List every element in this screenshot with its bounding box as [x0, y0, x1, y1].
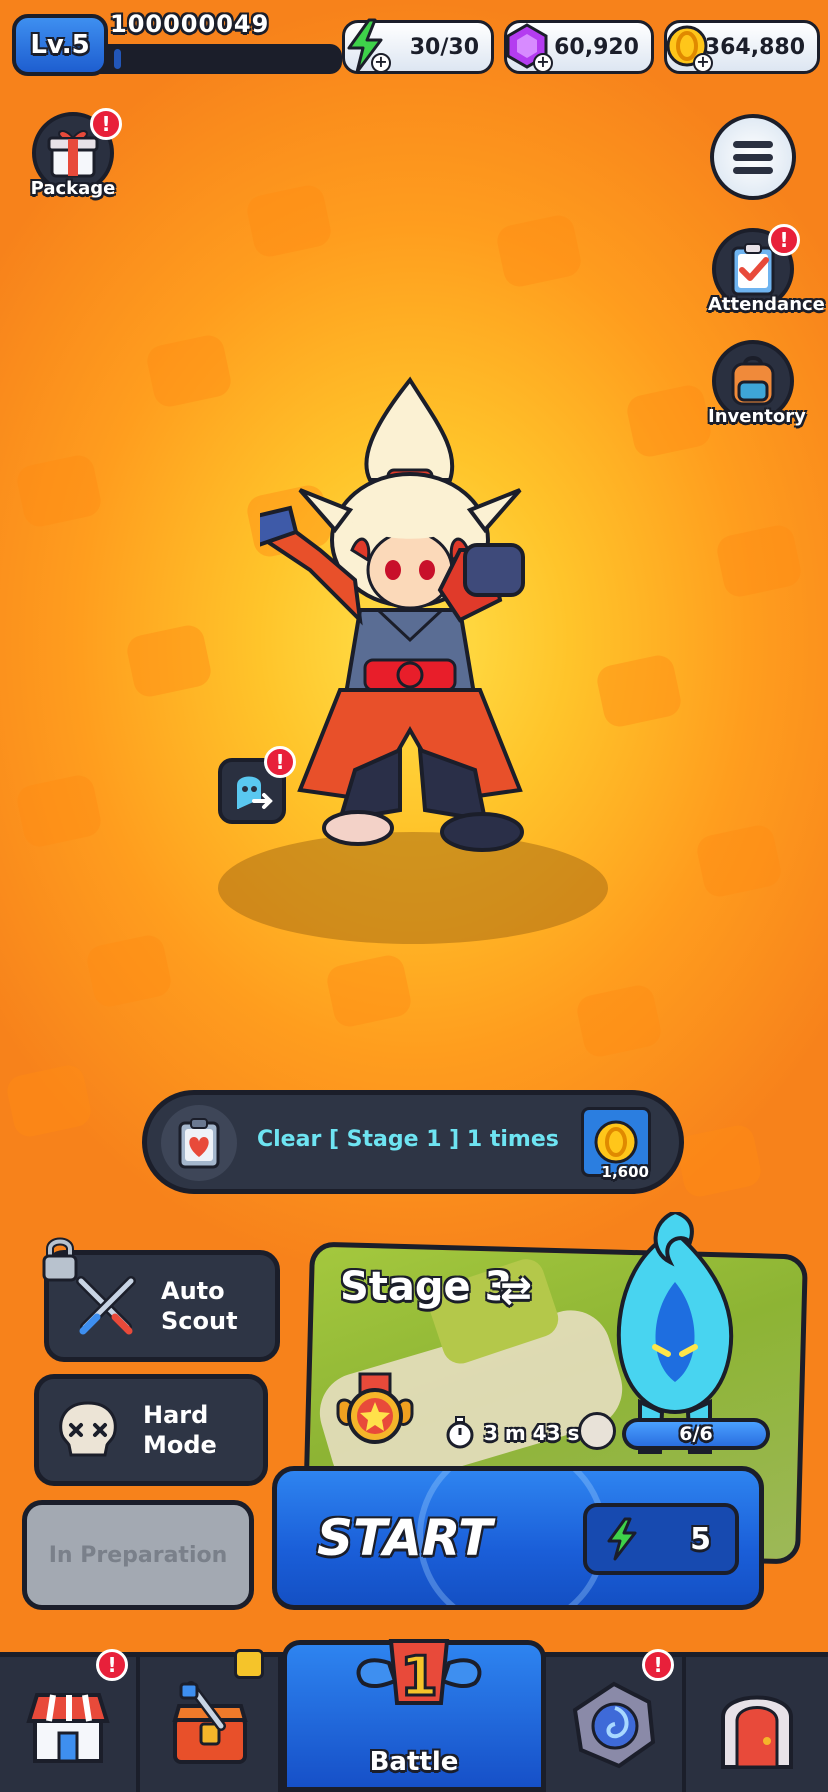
nav-dungeon[interactable]: [686, 1657, 828, 1792]
start-label: START: [317, 1509, 493, 1567]
player-level-panel[interactable]: 100000049 Lv.5: [12, 10, 342, 76]
start-energy-cost: 5: [583, 1503, 739, 1575]
menu-icon-line: [733, 153, 773, 161]
nav-battle[interactable]: 1 Battle: [282, 1639, 546, 1792]
stage-time-text: 3 m 43 s: [484, 1421, 580, 1445]
gem-value: 60,920: [554, 34, 639, 60]
energy-value: 30/30: [409, 34, 479, 60]
portal-stone-icon: [572, 1681, 656, 1768]
swap-character-icon: [237, 776, 273, 809]
backpack-icon: [731, 356, 775, 406]
enemy-count-bar: 6/6: [622, 1418, 770, 1450]
stage-swap-icon[interactable]: ⇄: [500, 1268, 532, 1312]
star-medal-icon: [336, 1372, 414, 1444]
shop-icon: [26, 1692, 110, 1763]
alert-badge: !: [642, 1649, 674, 1681]
level-badge: Lv.5: [12, 14, 108, 76]
menu-button[interactable]: [710, 114, 796, 200]
enemy-count: 6/6: [626, 1422, 766, 1446]
dungeon-door-icon: [721, 1695, 793, 1769]
energy-bolt-icon: +: [339, 15, 391, 77]
plus-icon: +: [371, 53, 391, 73]
inventory-label: Inventory: [708, 406, 806, 427]
lock-icon: [41, 1237, 79, 1287]
gold-coin-icon: +: [661, 15, 713, 77]
gold-coin-icon: [594, 1120, 638, 1164]
enemy-skull-icon: [578, 1412, 616, 1450]
alert-badge: !: [90, 108, 122, 140]
gem-resource[interactable]: + 60,920: [504, 20, 654, 74]
menu-icon: [733, 140, 773, 148]
package-label: Package: [30, 178, 116, 199]
nav-shop[interactable]: !: [0, 1649, 140, 1792]
character-swap-button[interactable]: !: [218, 746, 296, 824]
mission-banner[interactable]: Clear [ Stage 1 ] 1 times 1,600: [142, 1090, 684, 1194]
crossed-swords-icon: [76, 1276, 136, 1335]
start-energy-cost-value: 5: [690, 1521, 711, 1557]
gold-resource[interactable]: + 364,880: [664, 20, 820, 74]
in-preparation-button[interactable]: In Preparation: [22, 1500, 254, 1610]
nav-portal[interactable]: !: [546, 1649, 686, 1792]
alert-badge: !: [264, 746, 296, 778]
mission-text: Clear [ Stage 1 ] 1 times: [257, 1127, 559, 1152]
mission-reward-amount: 1,600: [601, 1163, 649, 1181]
gift-icon: [47, 130, 99, 178]
gold-value: 364,880: [704, 34, 805, 60]
xp-bar-fill: [114, 49, 121, 69]
player-id: 100000049: [110, 10, 270, 38]
energy-bolt-icon: [607, 1517, 637, 1561]
hard-mode-button[interactable]: Hard Mode: [34, 1374, 268, 1486]
battle-label: Battle: [369, 1747, 459, 1777]
stage-name: Stage 3: [340, 1264, 513, 1310]
stage-timer: 3 m 43 s: [444, 1416, 579, 1450]
package-button[interactable]: ! Package: [28, 108, 122, 199]
attendance-button[interactable]: ! Attendance: [708, 224, 825, 315]
attendance-label: Attendance: [708, 294, 825, 315]
battle-wings-icon: 1: [356, 1639, 482, 1710]
battle-rank-number: 1: [400, 1645, 438, 1708]
purple-gem-icon: +: [501, 15, 553, 77]
clipboard-check-icon: [731, 243, 775, 296]
plus-icon: +: [693, 53, 713, 73]
xp-bar: [96, 44, 342, 74]
treasure-chest-icon: [172, 1680, 248, 1764]
alert-badge: !: [96, 1649, 128, 1681]
start-button[interactable]: START 5: [272, 1466, 764, 1610]
hard-mode-label: Hard Mode: [143, 1401, 217, 1459]
inventory-button[interactable]: Inventory: [708, 340, 806, 427]
plus-icon: +: [533, 53, 553, 73]
nav-equipment[interactable]: [140, 1649, 282, 1792]
character-model[interactable]: [260, 370, 590, 890]
menu-icon-line: [733, 166, 773, 174]
auto-scout-label: Auto Scout: [161, 1277, 238, 1335]
auto-scout-button[interactable]: Auto Scout: [42, 1237, 280, 1362]
skull-icon: [59, 1401, 117, 1457]
alert-badge: !: [768, 224, 800, 256]
stopwatch-icon: [446, 1416, 474, 1449]
new-shirt-badge: [234, 1649, 264, 1679]
energy-resource[interactable]: + 30/30: [342, 18, 494, 74]
mission-clipboard-icon: [161, 1105, 237, 1181]
